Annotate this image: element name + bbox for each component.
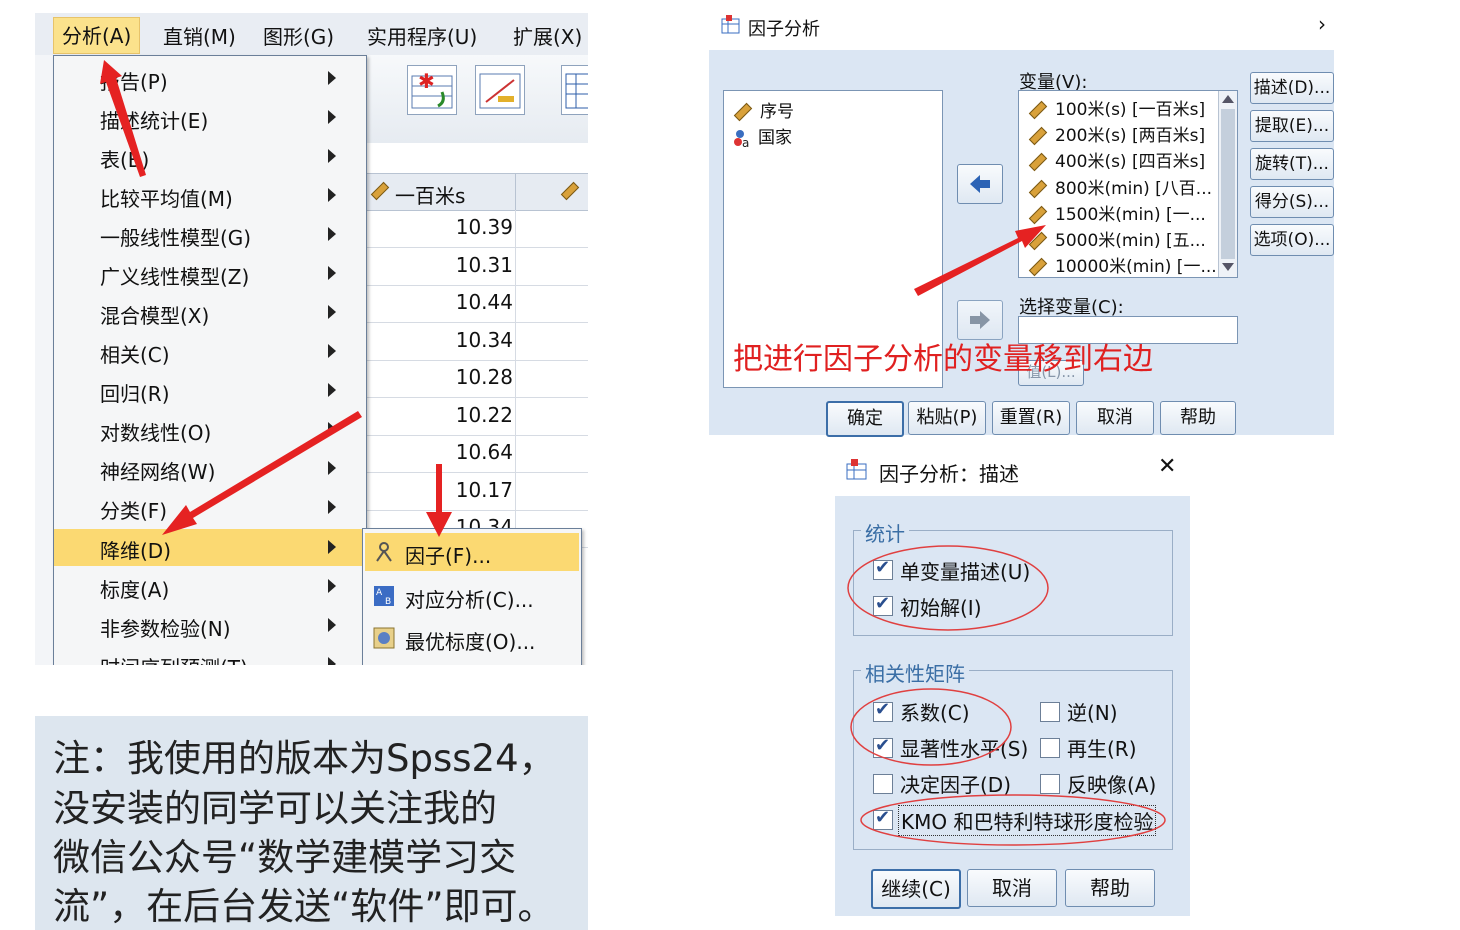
close-icon[interactable]: ✕ xyxy=(1158,454,1176,479)
chevron-right-icon[interactable]: › xyxy=(1318,12,1326,36)
options-button[interactable]: 选项(O)... xyxy=(1250,224,1334,256)
rotation-button[interactable]: 旋转(T)... xyxy=(1250,148,1334,180)
paste-button[interactable]: 粘贴(P) xyxy=(908,401,986,435)
annotation-text: 把进行因子分析的变量移到右边 xyxy=(733,342,1153,377)
annotation-arrows-left xyxy=(100,60,452,537)
scores-button[interactable]: 得分(S)... xyxy=(1250,186,1334,218)
spss-app-icon xyxy=(845,458,869,486)
note-line: 没安装的同学可以关注我的 xyxy=(53,787,497,830)
annotation-ellipses xyxy=(847,545,1166,846)
cancel-button[interactable]: 取消 xyxy=(1076,401,1154,435)
variables-scrollbar[interactable] xyxy=(1218,91,1237,277)
note-line: 流”，在后台发送“软件”即可。 xyxy=(53,885,555,928)
red-arrow-to-dimension-reduction xyxy=(162,411,362,535)
help-button[interactable]: 帮助 xyxy=(1160,401,1236,435)
red-arrow-to-factor-item xyxy=(426,464,452,537)
ok-button[interactable]: 确定 xyxy=(826,401,904,437)
descriptives-dialog-title: 因子分析：描述 xyxy=(879,462,1019,486)
red-arrow-to-variables xyxy=(914,225,1046,296)
scroll-thumb[interactable] xyxy=(1221,109,1235,259)
red-ellipse-coefficients xyxy=(850,688,1012,766)
note-line: 微信公众号“数学建模学习交 xyxy=(53,836,517,879)
annotation-arrow-right xyxy=(914,225,1046,296)
descriptives-dialog-titlebar: 因子分析：描述 ✕ xyxy=(835,450,1190,490)
scroll-up-icon[interactable] xyxy=(1222,95,1234,103)
extraction-button[interactable]: 提取(E)... xyxy=(1250,110,1334,142)
red-ellipse-kmo xyxy=(860,794,1166,846)
note-box: 注：我使用的版本为Spss24， 没安装的同学可以关注我的 微信公众号“数学建模… xyxy=(35,716,588,930)
red-ellipse-statistics xyxy=(847,545,1049,631)
note-line: 注：我使用的版本为Spss24， xyxy=(53,737,556,780)
red-arrow-to-analyze-menu xyxy=(100,60,146,177)
scroll-down-icon[interactable] xyxy=(1222,263,1234,271)
descriptives-button[interactable]: 描述(D)... xyxy=(1250,72,1334,104)
reset-button[interactable]: 重置(R) xyxy=(992,401,1070,435)
